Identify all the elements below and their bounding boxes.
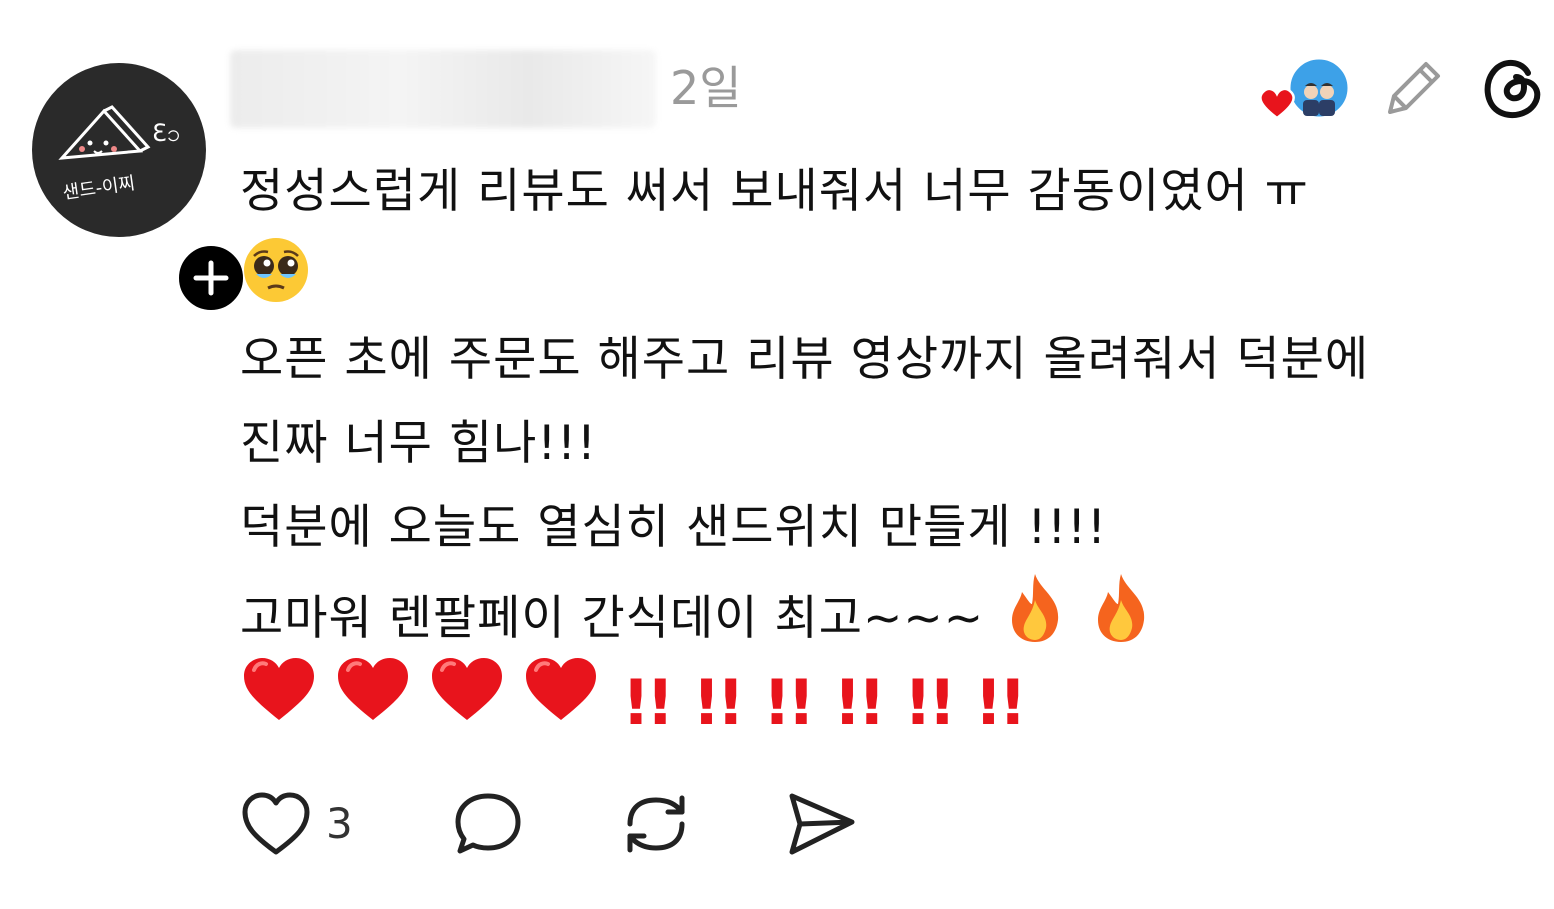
username-blurred[interactable]: [230, 50, 656, 128]
fire-icon: [1086, 570, 1156, 673]
liked-by-author-icon: [1255, 56, 1355, 126]
double-exclamation: !!: [974, 665, 1027, 739]
post-line-5: 덕분에 오늘도 열심히 샌드위치 만들게 !!!!: [240, 500, 1107, 555]
red-heart-icon: [428, 654, 506, 751]
double-exclamation: !!: [833, 665, 886, 739]
post-line-3: 오픈 초에 주문도 해주고 리뷰 영상까지 올려줘서 덕분에: [240, 332, 1370, 387]
plus-icon: [193, 260, 229, 296]
edit-pencil-icon[interactable]: [1380, 56, 1446, 122]
red-heart-icon: [334, 654, 412, 751]
threads-logo-icon[interactable]: [1478, 53, 1546, 121]
post-line-1: 정성스럽게 리뷰도 써서 보내줘서 너무 감동이였어 ㅠ: [240, 164, 1309, 219]
red-heart-icon: [240, 654, 318, 751]
post-line-7: !! !! !! !! !! !!: [240, 654, 1540, 739]
like-button[interactable]: [240, 790, 312, 862]
like-count: 3: [326, 799, 353, 848]
share-icon: [789, 793, 855, 855]
sandwich-logo-icon: Ɛ၁ 샌드-이찌: [58, 105, 180, 204]
double-exclamation: !!: [692, 665, 745, 739]
repost-button[interactable]: [620, 790, 692, 862]
follow-button[interactable]: [174, 241, 248, 315]
double-exclamation: !!: [621, 665, 675, 739]
double-exclamation: !!: [903, 665, 957, 739]
author-avatar-group[interactable]: Ɛ၁ 샌드-이찌: [32, 63, 248, 315]
share-button[interactable]: [786, 790, 858, 862]
repost-icon: [627, 795, 685, 853]
svg-text:Ɛ၁: Ɛ၁: [152, 119, 180, 147]
double-exclamation: !!: [762, 665, 816, 739]
post-line-6: 고마워 렌팔페이 간식데이 최고~~~: [240, 570, 1540, 654]
post-line-2: [240, 234, 1540, 318]
red-heart-icon: [522, 654, 600, 751]
post-time: 2일: [670, 61, 742, 115]
comment-button[interactable]: [452, 790, 524, 862]
heart-outline-icon: [242, 792, 310, 855]
post-body: 정성스럽게 리뷰도 써서 보내줘서 너무 감동이였어 ㅠ 오픈 초에 주문도 해…: [240, 150, 1540, 739]
avatar-text: 샌드-이찌: [61, 173, 136, 204]
comment-icon: [455, 793, 521, 854]
avatar[interactable]: Ɛ၁ 샌드-이찌: [32, 63, 206, 237]
post-line-4: 진짜 너무 힘나!!!: [240, 416, 597, 471]
post-line-6-text: 고마워 렌팔페이 간식데이 최고~~~: [240, 591, 985, 646]
